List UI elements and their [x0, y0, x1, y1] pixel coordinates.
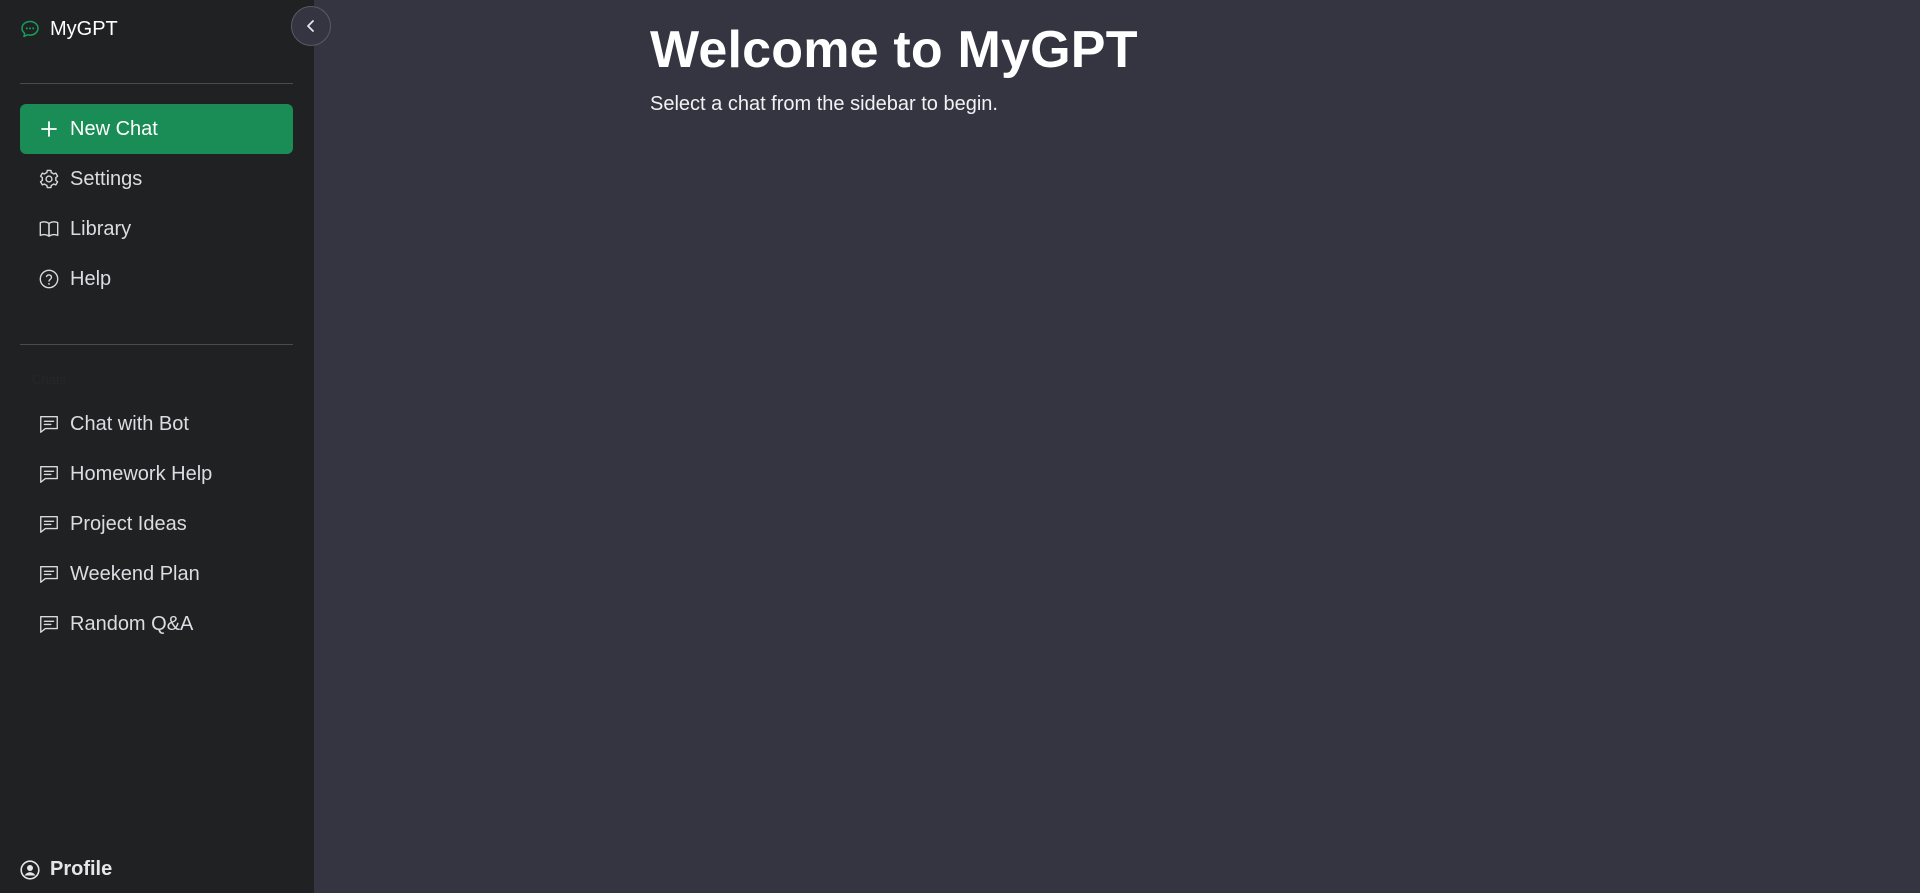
chat-item[interactable]: Random Q&A — [20, 599, 293, 649]
brand: MyGPT — [20, 17, 118, 41]
message-icon — [38, 563, 60, 585]
chevron-left-icon — [303, 18, 319, 34]
message-icon — [38, 463, 60, 485]
new-chat-button[interactable]: New Chat — [20, 104, 293, 154]
chat-item[interactable]: Homework Help — [20, 449, 293, 499]
plus-icon — [38, 118, 60, 140]
gear-icon — [38, 168, 60, 190]
sidebar-item-label: Help — [70, 267, 112, 290]
chat-item[interactable]: Weekend Plan — [20, 549, 293, 599]
user-circle-icon — [20, 859, 40, 880]
sidebar-divider — [20, 344, 293, 345]
chat-item-label: Project Ideas — [70, 512, 187, 535]
sidebar-item-settings[interactable]: Settings — [20, 154, 293, 204]
sidebar-item-library[interactable]: Library — [20, 204, 293, 254]
chat-item[interactable]: Project Ideas — [20, 499, 293, 549]
help-circle-icon — [38, 268, 60, 290]
chat-item-label: Random Q&A — [70, 612, 194, 635]
welcome-title: Welcome to MyGPT — [650, 21, 1138, 79]
chat-item[interactable]: Chat with Bot — [20, 399, 293, 449]
sidebar-divider — [20, 83, 293, 84]
book-icon — [38, 218, 60, 240]
new-chat-label: New Chat — [70, 117, 158, 140]
app-window: MyGPT New Chat Settings Library Help Cha… — [0, 0, 1920, 893]
profile-button[interactable]: Profile — [20, 858, 112, 881]
message-icon — [38, 513, 60, 535]
chat-item-label: Homework Help — [70, 462, 213, 485]
profile-label: Profile — [50, 858, 113, 880]
sidebar-item-label: Library — [70, 217, 132, 240]
chat-item-label: Chat with Bot — [70, 412, 189, 435]
chat-item-label: Weekend Plan — [70, 562, 200, 585]
collapse-sidebar-button[interactable] — [291, 6, 331, 46]
message-icon — [38, 613, 60, 635]
chats-section-label: Chats — [32, 372, 66, 387]
chat-bubble-icon — [20, 19, 40, 39]
app-title: MyGPT — [50, 17, 118, 40]
sidebar-item-label: Settings — [70, 167, 143, 190]
welcome-subtitle: Select a chat from the sidebar to begin. — [650, 93, 998, 115]
message-icon — [38, 413, 60, 435]
sidebar-item-help[interactable]: Help — [20, 254, 293, 304]
main-content: Welcome to MyGPT Select a chat from the … — [314, 0, 1920, 893]
sidebar: MyGPT New Chat Settings Library Help Cha… — [0, 0, 314, 893]
